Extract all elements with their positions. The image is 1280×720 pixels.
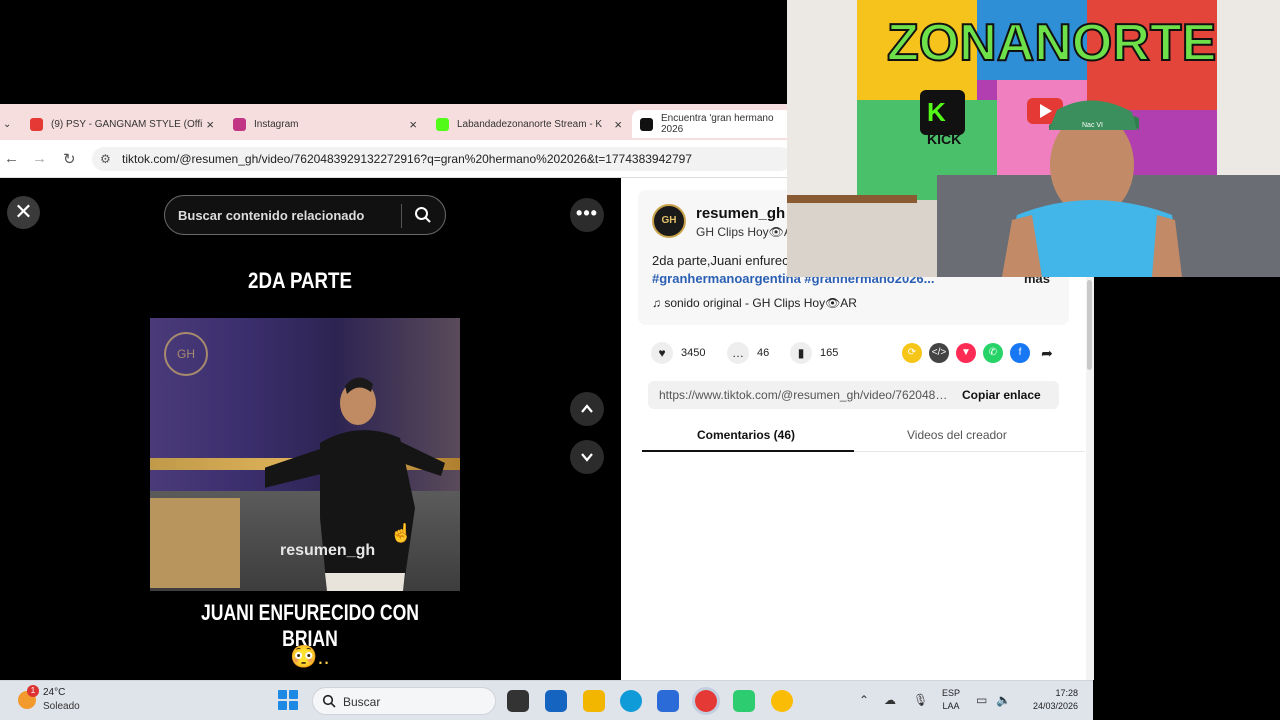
tab-youtube[interactable]: (9) PSY - GANGNAM STYLE (Offi × — [22, 110, 220, 138]
like-count: 3450 — [681, 347, 706, 359]
site-settings-icon[interactable]: ⚙ — [100, 147, 111, 171]
scrollbar-thumb[interactable] — [1087, 280, 1092, 370]
clock[interactable]: 17:28 24/03/2026 — [1024, 687, 1078, 713]
weather-condition[interactable]: Soleado — [43, 701, 80, 712]
tab-instagram[interactable]: Instagram × — [225, 110, 423, 138]
taskbar-search-input[interactable]: Buscar — [312, 687, 496, 715]
video-link-text: https://www.tiktok.com/@resumen_gh/video… — [659, 388, 949, 402]
microphone-icon[interactable]: 🎙 — [913, 693, 928, 707]
webcam-feed: ZONANORTE K KICK Nac VI — [787, 0, 1280, 277]
tab-creator-videos[interactable]: Videos del creador — [907, 428, 1007, 442]
emoji-caption: 😳.. — [290, 644, 330, 669]
weather-temperature[interactable]: 24°C — [43, 687, 65, 698]
repost-icon[interactable]: ⟳ — [902, 343, 922, 363]
graffiti-text: ZONANORTE — [887, 14, 1216, 72]
channel-watermark-logo: GH — [164, 332, 208, 376]
search-label: Buscar — [343, 695, 381, 709]
edge-icon[interactable] — [620, 690, 642, 712]
video-frame[interactable]: GH resumen_gh — [150, 318, 460, 591]
panel-tabs: Comentarios (46) Videos del creador — [642, 426, 1085, 452]
tab-list-chevron-icon[interactable]: ⌄ — [0, 110, 16, 138]
url-text: tiktok.com/@resumen_gh/video/76204839291… — [122, 152, 692, 166]
heart-icon: ♥ — [651, 342, 673, 364]
store-icon[interactable] — [545, 690, 567, 712]
mail-icon[interactable] — [657, 690, 679, 712]
tab-close-icon[interactable]: × — [614, 117, 622, 132]
avatar[interactable]: GH — [652, 204, 686, 238]
whatsapp-icon[interactable]: ✆ — [983, 343, 1003, 363]
share-arrow-icon[interactable]: ➦ — [1037, 343, 1057, 363]
video-player: ✕ Buscar contenido relacionado ••• 2DA P… — [0, 178, 621, 680]
tab-tiktok[interactable]: Encuentra 'gran hermano 2026 — [632, 110, 792, 138]
save-button[interactable]: ▮ 165 — [790, 342, 838, 364]
bookmark-icon: ▮ — [790, 342, 812, 364]
nickname: GH Clips Hoy👁AR — [696, 225, 801, 239]
back-arrow-icon[interactable]: ← — [4, 150, 19, 167]
copy-link-box: https://www.tiktok.com/@resumen_gh/video… — [648, 381, 1059, 409]
webcam-overlay: ZONANORTE K KICK Nac VI — [787, 0, 1280, 277]
close-icon[interactable]: ✕ — [7, 196, 40, 229]
instagram-icon — [233, 117, 246, 131]
comment-button[interactable]: … 46 — [727, 342, 769, 364]
app-icon[interactable] — [733, 690, 755, 712]
mouse-cursor-icon: ☝ — [390, 523, 413, 543]
next-video-button[interactable] — [570, 440, 604, 474]
windows-start-icon[interactable] — [278, 690, 298, 710]
youtube-icon — [30, 117, 43, 131]
kick-icon — [436, 117, 449, 131]
chrome-profile-icon[interactable] — [771, 690, 793, 712]
address-bar: ← → ↻ ⚙ tiktok.com/@resumen_gh/video/762… — [0, 140, 792, 178]
notification-badge: 1 — [27, 685, 39, 697]
send-to-friends-icon[interactable]: ▼ — [956, 343, 976, 363]
kick-logo: KICK — [927, 131, 961, 147]
search-icon[interactable] — [414, 206, 432, 229]
tab-close-icon[interactable]: × — [409, 117, 417, 132]
tab-comments[interactable]: Comentarios (46) — [697, 428, 795, 442]
chrome-icon[interactable] — [695, 690, 717, 712]
divider — [401, 204, 402, 228]
svg-text:K: K — [927, 97, 946, 127]
onedrive-icon[interactable]: ☁ — [884, 693, 896, 707]
save-count: 165 — [820, 347, 839, 359]
url-input[interactable]: ⚙ tiktok.com/@resumen_gh/video/762048392… — [92, 147, 792, 171]
reload-icon[interactable]: ↻ — [63, 150, 76, 168]
browser-tab-bar: ⌄ (9) PSY - GANGNAM STYLE (Offi × Instag… — [0, 104, 792, 140]
embed-icon[interactable]: </> — [929, 343, 949, 363]
related-search-input[interactable]: Buscar contenido relacionado — [164, 195, 446, 235]
video-watermark: resumen_gh — [280, 542, 376, 559]
active-tab-indicator — [642, 450, 854, 452]
tab-close-icon[interactable]: × — [206, 117, 214, 132]
search-icon — [322, 694, 336, 713]
comment-count: 46 — [757, 347, 770, 359]
comment-icon: … — [727, 342, 749, 364]
search-placeholder: Buscar contenido relacionado — [178, 208, 365, 223]
network-icon[interactable]: ▭ — [976, 693, 987, 707]
language-indicator[interactable]: ESP LAA — [942, 687, 960, 713]
tab-title: Instagram — [254, 118, 299, 130]
more-options-icon[interactable]: ••• — [570, 198, 604, 232]
video-caption-top: 2DA PARTE — [248, 268, 352, 293]
tab-kick[interactable]: Labandadezonanorte Stream - K × — [428, 110, 628, 138]
tab-title: Encuentra 'gran hermano 2026 — [661, 113, 774, 135]
copy-link-button[interactable]: Copiar enlace — [962, 388, 1041, 402]
chevron-up-icon[interactable]: ⌃ — [859, 693, 869, 707]
tab-title: Labandadezonanorte Stream - K — [457, 118, 603, 130]
forward-arrow-icon[interactable]: → — [32, 150, 47, 167]
task-view-icon[interactable] — [507, 690, 529, 712]
volume-icon[interactable]: 🔈 — [996, 693, 1011, 707]
music-link[interactable]: ♫ sonido original - GH Clips Hoy👁AR — [652, 296, 857, 310]
taskbar: 1 24°C Soleado Buscar ⌃ ☁ 🎙 ESP LAA ▭ 🔈 … — [0, 680, 1093, 720]
previous-video-button[interactable] — [570, 392, 604, 426]
username[interactable]: resumen_gh — [696, 205, 785, 222]
tiktok-icon — [640, 117, 653, 131]
svg-text:Nac VI: Nac VI — [1082, 122, 1103, 129]
like-button[interactable]: ♥ 3450 — [651, 342, 705, 364]
tab-title: (9) PSY - GANGNAM STYLE (Offi — [51, 118, 203, 130]
file-explorer-icon[interactable] — [583, 690, 605, 712]
facebook-icon[interactable]: f — [1010, 343, 1030, 363]
